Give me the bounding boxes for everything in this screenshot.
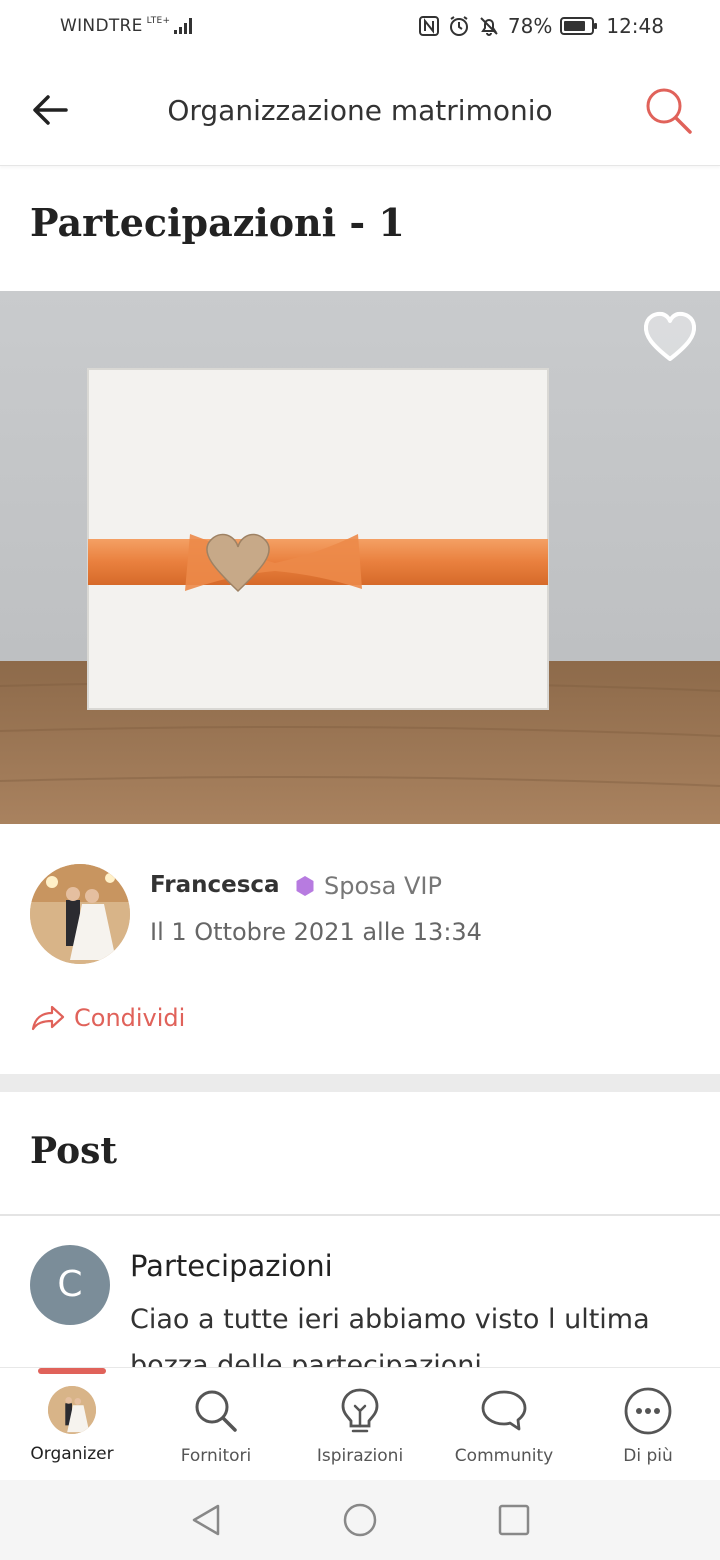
nav-label: Fornitori — [180, 1446, 252, 1466]
vip-badge-label: Sposa VIP — [324, 872, 442, 900]
status-icons: 78% 12:48 — [418, 14, 664, 38]
carrier-info: WINDTRE LTE+ — [60, 15, 193, 36]
nav-item-fornitori[interactable]: Fornitori — [144, 1386, 288, 1466]
mute-bell-icon — [480, 17, 498, 36]
share-arrow-icon — [31, 1005, 65, 1031]
author-name[interactable]: Francesca — [150, 872, 280, 898]
post-date: Il 1 Ottobre 2021 alle 13:34 — [150, 918, 482, 946]
page-title: Partecipazioni - 1 — [30, 200, 405, 245]
author-row: Francesca Sposa VIP Il 1 Ottobre 2021 al… — [30, 864, 690, 964]
app-bar: Organizzazione matrimonio — [0, 56, 720, 166]
bottom-navigation: Organizer Fornitori Ispirazioni Communit… — [0, 1367, 720, 1480]
nav-label: Organizer — [30, 1444, 114, 1464]
share-button[interactable]: Condividi — [30, 1004, 185, 1032]
chat-bubble-icon — [481, 1390, 527, 1431]
signal-icon — [174, 18, 193, 34]
lightbulb-icon — [341, 1388, 379, 1433]
search-icon[interactable] — [642, 84, 696, 138]
carrier-name: WINDTRE — [60, 16, 143, 36]
nav-label: Community — [454, 1446, 554, 1466]
avatar-icon — [48, 1386, 96, 1434]
list-item[interactable]: C Partecipazioni Ciao a tutte ieri abbia… — [30, 1245, 710, 1367]
avatar[interactable] — [30, 864, 130, 964]
alarm-icon — [449, 16, 468, 36]
hexagon-icon — [296, 876, 314, 896]
section-divider — [0, 1074, 720, 1092]
divider — [0, 1214, 720, 1216]
network-type: LTE+ — [146, 15, 171, 26]
nfc-icon — [418, 16, 439, 36]
clock: 12:48 — [606, 14, 664, 38]
post-excerpt: Ciao a tutte ieri abbiamo visto l ultima… — [130, 1304, 650, 1367]
active-tab-indicator — [38, 1368, 106, 1374]
system-navigation-bar — [0, 1480, 720, 1560]
battery-percent: 78% — [507, 14, 553, 38]
app-title: Organizzazione matrimonio — [167, 94, 553, 127]
search-icon — [195, 1390, 237, 1432]
share-label: Condividi — [74, 1004, 186, 1032]
recents-square-icon[interactable] — [496, 1502, 532, 1538]
nav-label: Di più — [623, 1446, 673, 1466]
nav-item-di-piu[interactable]: Di più — [576, 1386, 720, 1466]
back-triangle-icon[interactable] — [188, 1502, 224, 1538]
nav-item-organizer[interactable]: Organizer — [0, 1386, 144, 1464]
nav-item-community[interactable]: Community — [432, 1386, 576, 1466]
heart-icon[interactable] — [642, 311, 698, 363]
battery-icon — [560, 17, 598, 35]
posts-heading: Post — [30, 1130, 118, 1172]
more-dots-icon — [624, 1387, 672, 1435]
nav-label: Ispirazioni — [316, 1446, 404, 1466]
post-title[interactable]: Partecipazioni — [130, 1249, 333, 1283]
vip-badge: Sposa VIP — [296, 872, 442, 900]
nav-item-ispirazioni[interactable]: Ispirazioni — [288, 1386, 432, 1466]
invitation-box-image — [0, 291, 720, 824]
avatar[interactable]: C — [30, 1245, 110, 1325]
status-bar: WINDTRE LTE+ 78% 12:48 — [0, 0, 720, 56]
home-circle-icon[interactable] — [342, 1502, 378, 1538]
post-photo[interactable] — [0, 291, 720, 824]
